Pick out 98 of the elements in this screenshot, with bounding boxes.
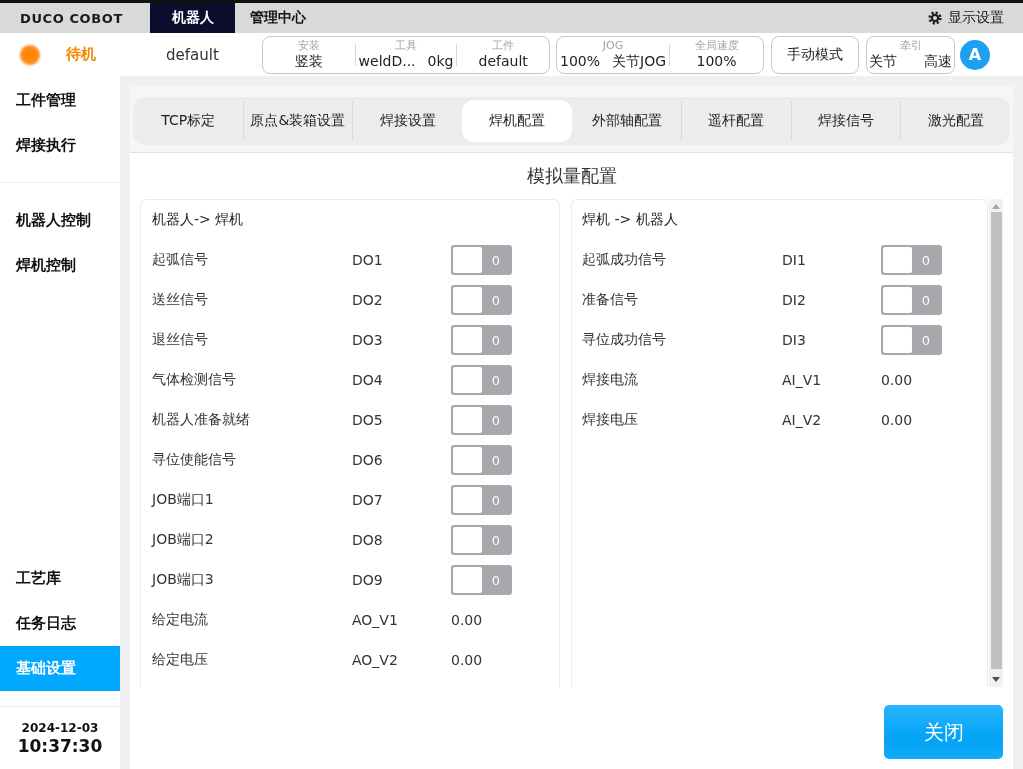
signal-name: 退丝信号 [152,331,208,349]
config-tab[interactable]: 外部轴配置 [571,101,682,141]
signal-name: 焊接电流 [582,371,638,389]
status-label: 工具 [395,39,417,53]
port-name: AI_V1 [782,372,822,388]
config-tab[interactable]: 遥杆配置 [681,101,791,141]
time-text: 10:37:30 [17,735,103,756]
sidebar-item[interactable]: 工件管理 [0,78,120,123]
sidebar-item[interactable]: 焊机控制 [0,243,120,288]
status-value: 竖装 [294,53,323,70]
panel-title: 模拟量配置 [526,164,617,188]
status-value: 0kg [427,53,454,70]
signal-name: 给定电流 [152,611,208,629]
switch-knob [883,287,912,313]
port-name: DI2 [782,292,806,308]
signal-value: 0.00 [451,612,483,628]
port-name: DO5 [352,412,383,428]
switch-knob [453,367,482,393]
signal-name: 起弧成功信号 [582,251,666,269]
signal-name: 焊接电压 [582,411,638,429]
port-name: DO7 [352,492,383,508]
scroll-up-icon[interactable] [992,204,1000,209]
port-name: AO_V2 [352,652,398,668]
sidebar-item[interactable]: 任务日志 [0,601,120,646]
signal-name: JOB端口2 [152,531,214,549]
status-panel[interactable]: 安装 竖装 工具 weldD... 0kg 工件 default [262,35,550,74]
status-label: JOG [602,39,624,53]
port-name: DO3 [352,332,383,348]
port-name: DO1 [352,252,383,268]
port-name: DO2 [352,292,383,308]
port-name: AI_V2 [782,412,822,428]
signal-name: 气体检测信号 [152,371,236,389]
signal-name: 送丝信号 [152,291,208,309]
scrollbar[interactable] [989,199,1003,687]
signal-name: JOB端口1 [152,491,214,509]
port-name: DO6 [352,452,383,468]
mode-button[interactable]: 手动模式 [771,35,859,74]
signal-name: 寻位使能信号 [152,451,236,469]
robot-state: 待机 [66,45,97,64]
status-label: 工件 [492,39,515,53]
switch-knob [453,447,482,473]
card-title: 机器人-> 焊机 [152,211,244,229]
switch-knob [883,247,912,273]
switch-knob [453,327,482,353]
port-name: DO9 [352,572,383,588]
status-value: 关节JOG [612,53,667,70]
traction-label: 牵引 [899,39,922,53]
nav-tab[interactable]: 机器人 [150,3,235,33]
signal-value: 0.00 [881,412,913,428]
switch-knob [453,287,482,313]
status-panel[interactable]: JOG 100% 关节JOG 全局速度 100% [556,35,764,74]
signal-name: 准备信号 [582,291,638,309]
config-tab[interactable]: 焊接设置 [352,101,462,141]
date-text: 2024-12-03 [21,720,99,736]
switch-knob [453,487,482,513]
scrollbar-thumb[interactable] [990,212,1002,669]
port-name: DI3 [782,332,806,348]
config-tab[interactable]: 焊接信号 [790,101,901,141]
signal-value: 0.00 [451,652,483,668]
scroll-down-icon[interactable] [992,677,1000,682]
switch-knob [453,527,482,553]
traction-panel[interactable]: 牵引 关节 高速 [866,35,955,74]
port-name: AO_V1 [352,612,398,628]
program-name: default [166,45,220,64]
status-value: 100% [696,53,737,70]
logo: DUCO COBOT [20,10,124,26]
switch-knob [453,567,482,593]
status-label: 全局速度 [694,39,739,53]
status-value: default [478,53,528,70]
settings-icon [928,11,942,25]
config-tab[interactable]: 焊机配置 [461,100,572,142]
config-tab[interactable]: TCP标定 [133,101,243,141]
switch-knob [883,327,912,353]
port-name: DO8 [352,532,383,548]
status-value: weldD... [358,53,416,70]
config-tab[interactable]: 激光配置 [900,101,1010,141]
sidebar-item[interactable]: 机器人控制 [0,198,120,243]
switch-knob [453,407,482,433]
card-title: 焊机 -> 机器人 [582,211,678,229]
signal-name: 机器人准备就绪 [152,411,250,429]
switch-knob [453,247,482,273]
sidebar-item[interactable]: 焊接执行 [0,123,120,168]
status-dot-icon [18,42,42,67]
traction-mode: 关节 [869,53,897,70]
signal-value: 0.00 [881,372,913,388]
nav-tab[interactable]: 管理中心 [235,3,320,33]
signal-name: 起弧信号 [152,251,208,269]
signal-name: 给定电压 [152,651,208,669]
status-label: 安装 [297,39,320,53]
signal-name: 寻位成功信号 [582,331,666,349]
signal-name: JOB端口3 [152,571,214,589]
display-settings-button[interactable]: 显示设置 [928,3,1004,33]
traction-speed: 高速 [924,53,952,70]
sidebar-item[interactable]: 工艺库 [0,556,120,601]
port-name: DO4 [352,372,383,388]
status-value: 100% [560,53,601,70]
config-tab[interactable]: 原点&装箱设置 [242,101,353,141]
port-name: DI1 [782,252,806,268]
